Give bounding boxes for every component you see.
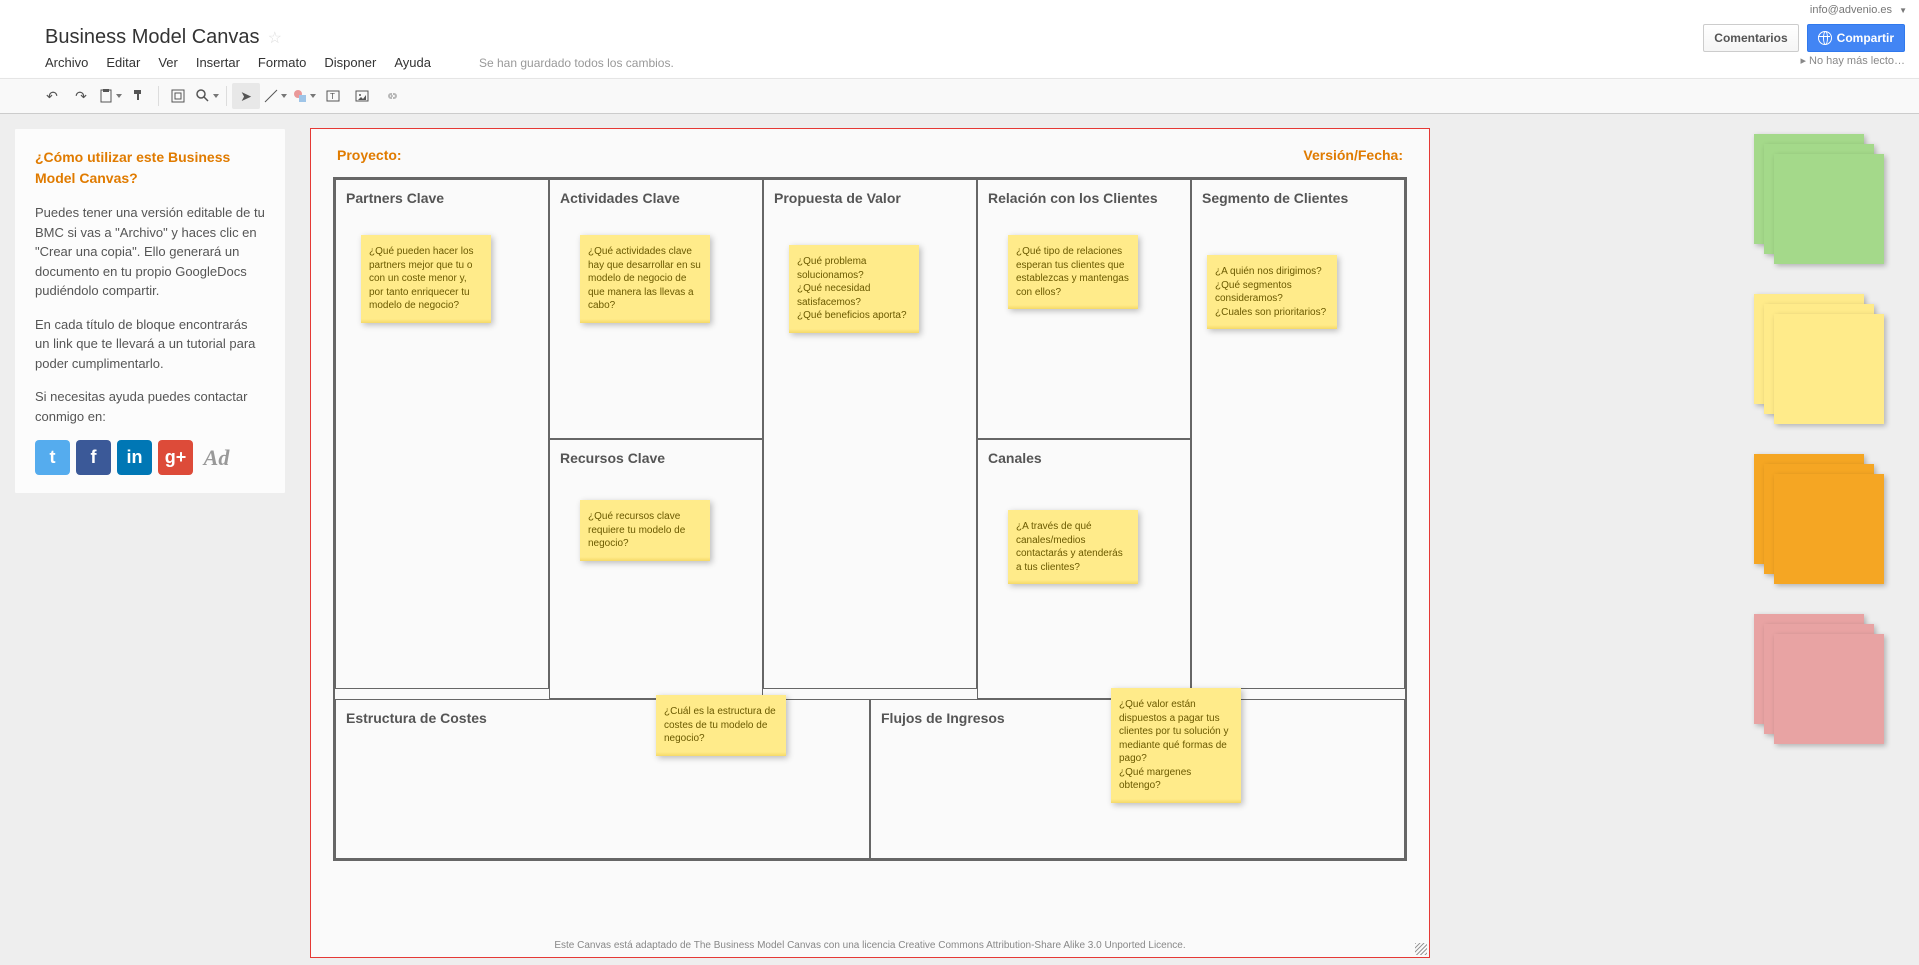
block-channels-title: Canales [988,450,1180,466]
facebook-icon[interactable]: f [76,440,111,475]
share-button[interactable]: Compartir [1807,24,1905,52]
line-tool[interactable] [261,83,289,109]
linkedin-icon[interactable]: in [117,440,152,475]
chevron-down-icon: ▼ [1899,6,1907,15]
sticky-palette [1719,114,1919,965]
select-tool[interactable]: ➤ [232,83,260,109]
note-relations[interactable]: ¿Qué tipo de relaciones esperan tus clie… [1008,235,1138,309]
block-costs[interactable]: Estructura de Costes ¿Cuál es la estruct… [335,699,870,859]
redo-button[interactable]: ↷ [67,83,95,109]
svg-text:T: T [330,92,335,101]
resize-handle-icon[interactable] [1415,943,1427,955]
block-segments-title: Segmento de Clientes [1202,190,1394,206]
block-partners-title: Partners Clave [346,190,538,206]
paint-format-button[interactable] [125,83,153,109]
menu-bar: Archivo Editar Ver Insertar Formato Disp… [45,49,1899,78]
help-title: ¿Cómo utilizar este Business Model Canva… [35,147,265,189]
note-value[interactable]: ¿Qué problema solucionamos? ¿Qué necesid… [789,245,919,333]
fit-button[interactable] [164,83,192,109]
help-card: ¿Cómo utilizar este Business Model Canva… [14,128,286,494]
sticky-stack-yellow[interactable] [1754,294,1884,424]
advenio-icon[interactable]: Ad [199,440,234,475]
textbox-tool[interactable]: T [319,83,347,109]
note-revenue[interactable]: ¿Qué valor están dispuestos a pagar tus … [1111,688,1241,803]
block-resources-title: Recursos Clave [560,450,752,466]
note-segments[interactable]: ¿A quién nos dirigimos? ¿Qué segmentos c… [1207,255,1337,329]
readers-status[interactable]: No hay más lecto… [1800,54,1905,67]
block-activities-title: Actividades Clave [560,190,752,206]
project-label: Proyecto: [337,147,402,163]
comments-button[interactable]: Comentarios [1703,24,1798,52]
block-resources[interactable]: Recursos Clave ¿Qué recursos clave requi… [549,439,763,699]
note-costs[interactable]: ¿Cuál es la estructura de costes de tu m… [656,695,786,756]
help-p3: Si necesitas ayuda puedes contactar conm… [35,387,265,426]
save-status: Se han guardado todos los cambios. [479,56,674,70]
block-value-title: Propuesta de Valor [774,190,966,206]
share-label: Compartir [1837,31,1894,45]
sticky-stack-pink[interactable] [1754,614,1884,744]
googleplus-icon[interactable]: g+ [158,440,193,475]
account-menu[interactable]: info@advenio.es ▼ [0,0,1919,18]
menu-ayuda[interactable]: Ayuda [394,55,431,70]
note-activities[interactable]: ¿Qué actividades clave hay que desarroll… [580,235,710,323]
block-channels[interactable]: Canales ¿A través de qué canales/medios … [977,439,1191,699]
note-resources[interactable]: ¿Qué recursos clave requiere tu modelo d… [580,500,710,561]
canvas-frame[interactable]: Proyecto: Versión/Fecha: Partners Clave … [310,128,1430,958]
block-segments[interactable]: Segmento de Clientes ¿A quién nos dirigi… [1191,179,1405,689]
image-tool[interactable] [348,83,376,109]
menu-ver[interactable]: Ver [158,55,178,70]
shape-tool[interactable] [290,83,318,109]
sticky-stack-orange[interactable] [1754,454,1884,584]
note-partners[interactable]: ¿Qué pueden hacer los partners mejor que… [361,235,491,323]
block-revenue[interactable]: Flujos de Ingresos ¿Qué valor están disp… [870,699,1405,859]
block-relations-title: Relación con los Clientes [988,190,1180,206]
block-relations[interactable]: Relación con los Clientes ¿Qué tipo de r… [977,179,1191,439]
toolbar: ↶ ↷ ➤ T [0,78,1919,114]
menu-editar[interactable]: Editar [106,55,140,70]
menu-disponer[interactable]: Disponer [324,55,376,70]
document-title[interactable]: Business Model Canvas [45,26,260,49]
twitter-icon[interactable]: t [35,440,70,475]
block-value[interactable]: Propuesta de Valor ¿Qué problema solucio… [763,179,977,689]
sticky-stack-green[interactable] [1754,134,1884,264]
menu-insertar[interactable]: Insertar [196,55,240,70]
globe-icon [1818,31,1832,45]
menu-formato[interactable]: Formato [258,55,306,70]
star-icon[interactable]: ☆ [268,28,282,48]
canvas-footer: Este Canvas está adaptado de The Busines… [311,940,1429,951]
undo-button[interactable]: ↶ [38,83,66,109]
block-activities[interactable]: Actividades Clave ¿Qué actividades clave… [549,179,763,439]
clipboard-button[interactable] [96,83,124,109]
account-email: info@advenio.es [1810,4,1892,16]
note-channels[interactable]: ¿A través de qué canales/medios contacta… [1008,510,1138,584]
menu-archivo[interactable]: Archivo [45,55,88,70]
help-p2: En cada título de bloque encontrarás un … [35,315,265,374]
zoom-button[interactable] [193,83,221,109]
block-partners[interactable]: Partners Clave ¿Qué pueden hacer los par… [335,179,549,689]
help-p1: Puedes tener una versión editable de tu … [35,203,265,301]
link-tool[interactable] [377,83,405,109]
version-label: Versión/Fecha: [1303,147,1403,163]
